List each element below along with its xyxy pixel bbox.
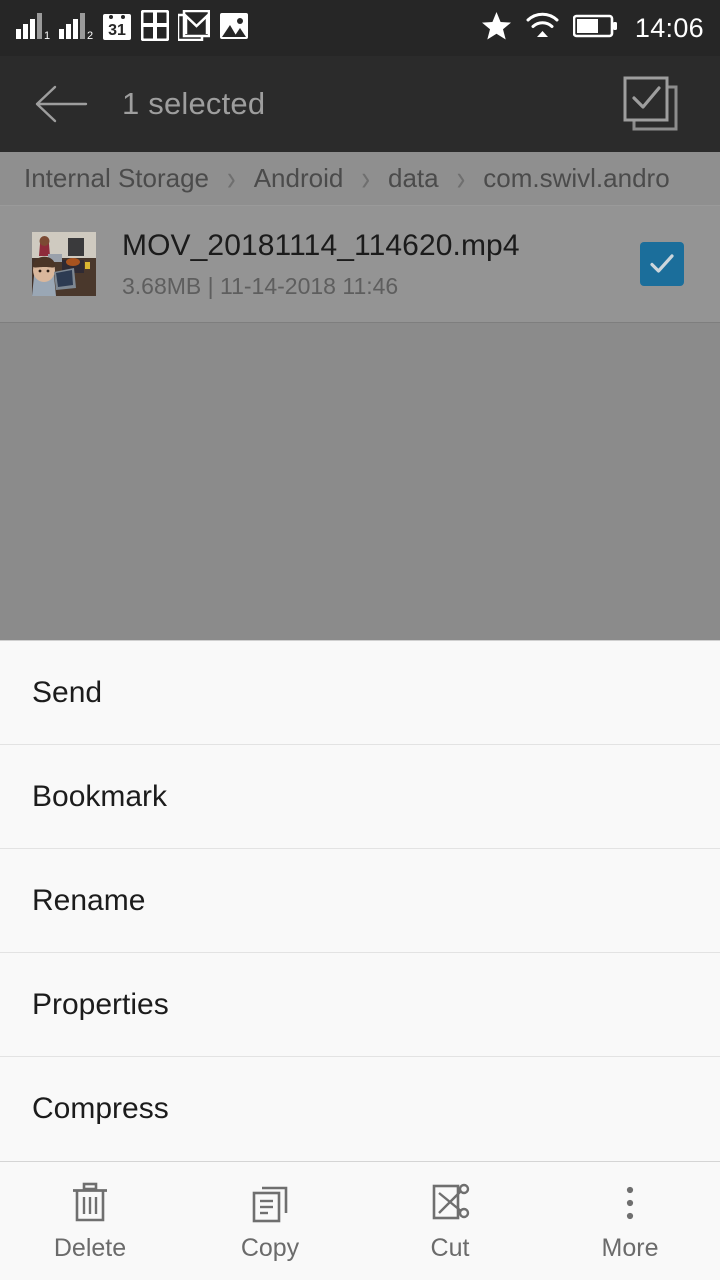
menu-item-send[interactable]: Send xyxy=(0,641,720,745)
video-thumbnail-image xyxy=(32,232,96,296)
gmail-icon xyxy=(178,10,210,46)
calendar-icon: 31 xyxy=(102,10,132,46)
menu-item-label: Properties xyxy=(32,988,169,1022)
status-bar-right-icons: 14:06 xyxy=(481,11,704,46)
file-meta-text: 3.68MB | 11-14-2018 11:46 xyxy=(122,273,640,300)
battery-icon xyxy=(573,14,617,43)
menu-item-rename[interactable]: Rename xyxy=(0,849,720,953)
delete-label: Delete xyxy=(54,1234,126,1263)
breadcrumb-separator: › xyxy=(227,158,236,200)
star-icon xyxy=(481,11,512,46)
svg-text:2: 2 xyxy=(87,30,93,41)
delete-button[interactable]: Delete xyxy=(0,1162,180,1280)
cut-button[interactable]: Cut xyxy=(360,1162,540,1280)
breadcrumb-separator: › xyxy=(457,158,466,200)
signal-bars-sim2-icon: 2 xyxy=(59,11,93,46)
breadcrumb-item-3[interactable]: com.swivl.andro xyxy=(483,163,669,194)
svg-text:31: 31 xyxy=(108,22,126,39)
page-title: 1 selected xyxy=(122,86,265,122)
menu-item-label: Send xyxy=(32,676,102,710)
breadcrumb-item-2[interactable]: data xyxy=(388,163,439,194)
select-all-checkbox-icon xyxy=(621,74,681,134)
menu-item-properties[interactable]: Properties xyxy=(0,953,720,1057)
more-vertical-dots-icon xyxy=(607,1180,653,1226)
breadcrumb-item-0[interactable]: Internal Storage xyxy=(24,163,209,194)
photos-icon xyxy=(219,11,249,46)
breadcrumb-item-1[interactable]: Android xyxy=(254,163,344,194)
bottom-action-bar: Delete Copy xyxy=(0,1161,720,1280)
menu-item-label: Bookmark xyxy=(32,780,167,814)
cut-label: Cut xyxy=(431,1234,470,1263)
phone-screen: 1 2 31 xyxy=(0,0,720,1280)
context-menu-sheet: Send Bookmark Rename Properties Compress xyxy=(0,640,720,1280)
status-bar-clock: 14:06 xyxy=(635,15,704,42)
copy-documents-icon xyxy=(247,1180,293,1226)
menu-item-compress[interactable]: Compress xyxy=(0,1057,720,1161)
select-all-button[interactable] xyxy=(620,73,682,135)
signal-bars-sim1-icon: 1 xyxy=(16,11,50,46)
status-bar-left-icons: 1 2 31 xyxy=(16,10,249,46)
action-bar: 1 selected xyxy=(0,56,720,152)
wifi-icon xyxy=(526,12,559,44)
back-arrow-icon xyxy=(34,84,88,124)
menu-item-label: Rename xyxy=(32,884,145,918)
file-checkbox[interactable] xyxy=(640,242,684,286)
file-name: MOV_20181114_114620.mp4 xyxy=(122,229,640,263)
menu-item-bookmark[interactable]: Bookmark xyxy=(0,745,720,849)
svg-text:1: 1 xyxy=(44,30,50,41)
menu-item-label: Compress xyxy=(32,1092,169,1126)
check-icon xyxy=(647,249,677,279)
scissors-cut-icon xyxy=(427,1180,473,1226)
grid-plus-icon xyxy=(141,10,169,46)
more-label: More xyxy=(602,1234,659,1263)
trash-icon xyxy=(67,1180,113,1226)
file-list-item[interactable]: MOV_20181114_114620.mp4 3.68MB | 11-14-2… xyxy=(0,206,720,323)
breadcrumb-separator: › xyxy=(361,158,370,200)
file-thumbnail xyxy=(32,232,96,296)
back-button[interactable] xyxy=(24,56,98,152)
copy-label: Copy xyxy=(241,1234,299,1263)
copy-button[interactable]: Copy xyxy=(180,1162,360,1280)
file-info: MOV_20181114_114620.mp4 3.68MB | 11-14-2… xyxy=(122,229,640,300)
status-bar: 1 2 31 xyxy=(0,0,720,56)
breadcrumb[interactable]: Internal Storage › Android › data › com.… xyxy=(0,152,720,206)
dim-overlay[interactable] xyxy=(0,323,720,640)
more-button[interactable]: More xyxy=(540,1162,720,1280)
